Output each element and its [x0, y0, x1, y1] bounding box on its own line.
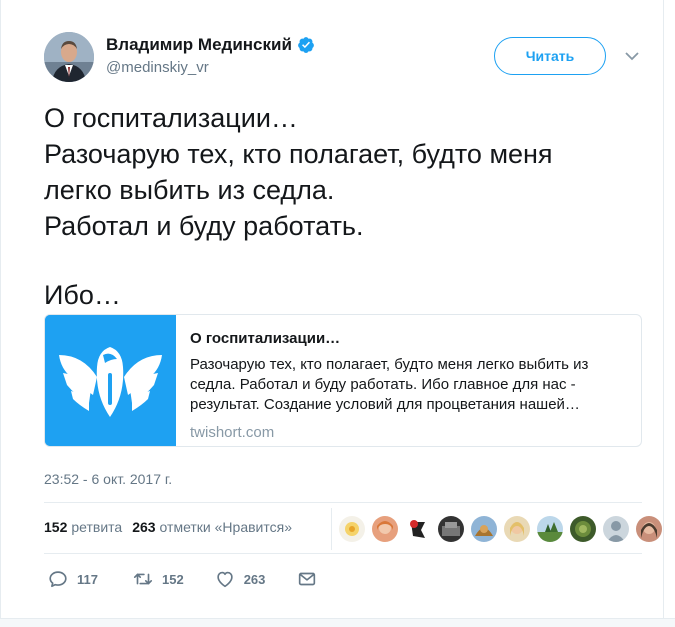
- tweet-line: легко выбить из седла.: [44, 175, 335, 205]
- direct-message-button[interactable]: [296, 568, 318, 590]
- retweets-label: ретвита: [71, 519, 123, 535]
- card-image: [45, 315, 176, 446]
- liker-avatar[interactable]: [470, 515, 498, 543]
- card-title: О госпитализации…: [190, 330, 341, 347]
- liker-avatar[interactable]: [503, 515, 531, 543]
- tweet-line: О госпитализации…: [44, 103, 298, 133]
- tweet-stats: 152 ретвита 263 отметки «Нравится»: [44, 519, 302, 535]
- retweet-icon: [133, 573, 153, 585]
- liker-avatar[interactable]: [338, 515, 366, 543]
- author-name[interactable]: Владимир Мединский: [106, 35, 292, 55]
- card-description: Разочарую тех, кто полагает, будто меня …: [190, 355, 620, 415]
- retweets-count: 152: [44, 519, 68, 535]
- chevron-down-icon[interactable]: [624, 50, 640, 62]
- reply-button[interactable]: 117: [47, 568, 98, 590]
- liker-avatar[interactable]: [371, 515, 399, 543]
- card-body: О госпитализации… Разочарую тех, кто пол…: [190, 329, 620, 443]
- liker-avatar[interactable]: [437, 515, 465, 543]
- retweet-count: 152: [161, 571, 184, 587]
- author-name-row: Владимир Мединский: [106, 35, 315, 55]
- likes-stat[interactable]: 263 отметки «Нравится»: [132, 519, 292, 535]
- reply-icon: [49, 571, 67, 588]
- liker-avatars: [333, 515, 663, 543]
- author-avatar[interactable]: [44, 32, 94, 82]
- frame-right-border: [663, 0, 664, 626]
- likes-label: отметки «Нравится»: [159, 519, 292, 535]
- retweets-stat[interactable]: 152 ретвита: [44, 519, 122, 535]
- tweet-text: О госпитализации… Разочарую тех, кто пол…: [44, 100, 644, 313]
- liker-avatar[interactable]: [536, 515, 564, 543]
- author-handle[interactable]: @medinskiy_vr: [106, 59, 209, 76]
- liker-avatar[interactable]: [404, 515, 432, 543]
- frame-left-border: [0, 0, 1, 626]
- card-domain: twishort.com: [190, 424, 275, 441]
- tweet-actions: 117 152 263: [44, 568, 318, 590]
- like-count: 263: [243, 571, 266, 587]
- card-description-line: седла. Работал и буду работать. Ибо глав…: [190, 376, 576, 393]
- card-description-line: результат. Создание условий для процвета…: [190, 396, 580, 413]
- card-description-line: Разочарую тех, кто полагает, будто меня …: [190, 356, 589, 373]
- stats-separator: [331, 508, 332, 550]
- follow-button[interactable]: Читать: [494, 37, 606, 75]
- tweet-line: Разочарую тех, кто полагает, будто меня: [44, 139, 553, 169]
- liker-avatar[interactable]: [635, 515, 663, 543]
- divider: [44, 502, 642, 503]
- tweet-line: Ибо…: [44, 280, 121, 310]
- heart-icon: [216, 571, 233, 588]
- tweet-line: Работал и буду работать.: [44, 211, 364, 241]
- liker-avatar[interactable]: [602, 515, 630, 543]
- likes-count: 263: [132, 519, 156, 535]
- link-preview-card[interactable]: О госпитализации… Разочарую тех, кто пол…: [44, 314, 642, 447]
- like-button[interactable]: 263: [214, 568, 266, 590]
- reply-count: 117: [77, 571, 98, 587]
- liker-avatar[interactable]: [569, 515, 597, 543]
- tweet-timestamp[interactable]: 23:52 - 6 окт. 2017 г.: [44, 471, 172, 487]
- envelope-icon: [299, 572, 316, 586]
- divider: [44, 553, 642, 554]
- retweet-button[interactable]: 152: [132, 568, 184, 590]
- twishort-logo-icon: [45, 315, 176, 446]
- verified-badge-icon: [298, 37, 314, 53]
